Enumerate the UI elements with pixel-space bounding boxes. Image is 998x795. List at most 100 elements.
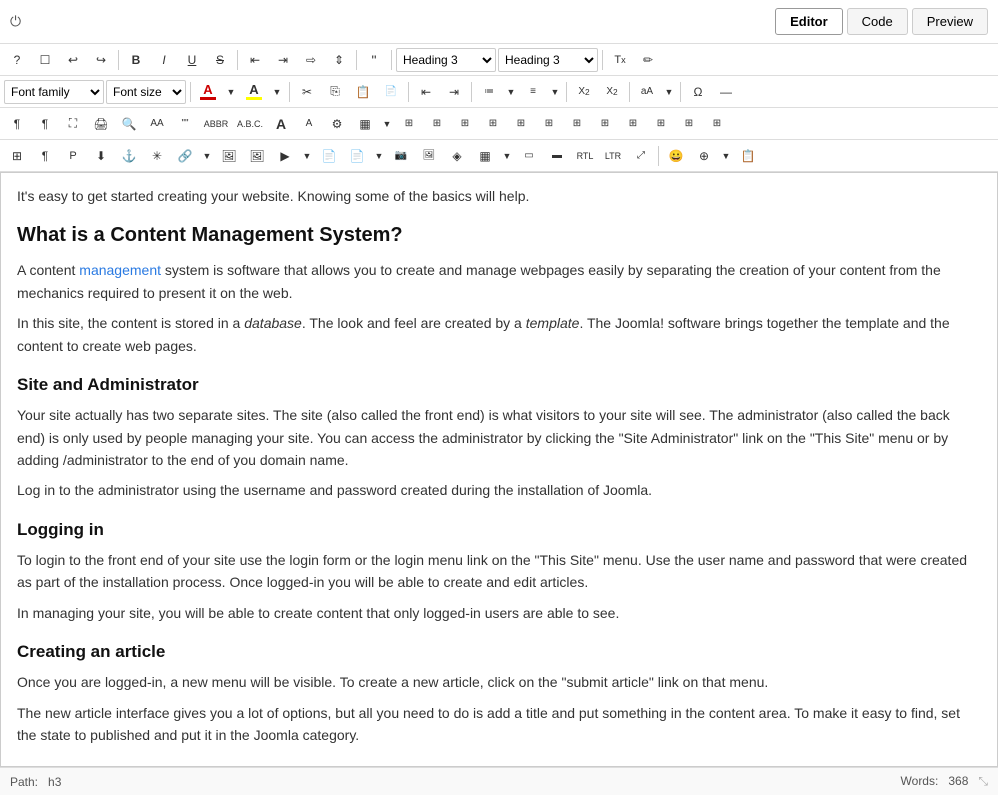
table2-button[interactable]: ▦ <box>472 144 498 168</box>
table-col4[interactable]: ⊞ <box>480 112 506 136</box>
layout-col1[interactable]: ▭ <box>516 144 542 168</box>
list-unordered-dropdown[interactable]: ▼ <box>548 80 562 104</box>
ltr-button[interactable]: LTR <box>600 144 626 168</box>
preview-tab[interactable]: Preview <box>912 8 988 35</box>
shapes-button[interactable]: ◈ <box>444 144 470 168</box>
component-dropdown[interactable]: ▼ <box>719 144 733 168</box>
table-col6[interactable]: ⊞ <box>536 112 562 136</box>
para-format-button[interactable]: ¶ <box>32 144 58 168</box>
paste-text-button[interactable]: 📄 <box>378 80 404 104</box>
block-grid-button[interactable]: ⊞ <box>4 144 30 168</box>
horizontal-rule-button[interactable]: — <box>713 80 739 104</box>
blockquote-button[interactable]: " <box>361 48 387 72</box>
search-button[interactable]: 🔍 <box>116 112 142 136</box>
source-edit-button[interactable]: ✏ <box>635 48 661 72</box>
img-placeholder2[interactable]: 🖼 <box>416 144 442 168</box>
img-placeholder[interactable]: 📷 <box>388 144 414 168</box>
special2-button[interactable]: ✳ <box>144 144 170 168</box>
text-small-button[interactable]: A <box>296 112 322 136</box>
para-right-button[interactable]: ¶ <box>32 112 58 136</box>
indent-button[interactable]: ⇥ <box>441 80 467 104</box>
table-col10[interactable]: ⊞ <box>648 112 674 136</box>
copy-button[interactable]: ⎘ <box>322 80 348 104</box>
align-justify-button[interactable]: ⇕ <box>326 48 352 72</box>
table-col11[interactable]: ⊞ <box>676 112 702 136</box>
table2-dropdown[interactable]: ▼ <box>500 144 514 168</box>
code-tab[interactable]: Code <box>847 8 908 35</box>
font-size-small-button[interactable]: aA <box>634 80 660 104</box>
clear-formatting-button[interactable]: Tx <box>607 48 633 72</box>
align-left-button[interactable]: ⇤ <box>242 48 268 72</box>
layout-col2[interactable]: ▬ <box>544 144 570 168</box>
table-col12[interactable]: ⊞ <box>704 112 730 136</box>
text-large-button[interactable]: A <box>268 112 294 136</box>
clipboard2-button[interactable]: 📋 <box>735 144 761 168</box>
link-dropdown[interactable]: ▼ <box>200 144 214 168</box>
strikethrough-button[interactable]: S <box>207 48 233 72</box>
list-unordered-button[interactable]: ≡ <box>520 80 546 104</box>
fullscreen-button[interactable]: ⛶ <box>60 112 86 136</box>
bold-button[interactable]: B <box>123 48 149 72</box>
editor-content[interactable]: It's easy to get started creating your w… <box>1 173 997 766</box>
align-right-button[interactable]: ⇨ <box>298 48 324 72</box>
font-aa-button[interactable]: AA <box>144 112 170 136</box>
editor-tab[interactable]: Editor <box>775 8 843 35</box>
table-col2[interactable]: ⊞ <box>424 112 450 136</box>
italic-button[interactable]: I <box>151 48 177 72</box>
subscript-button[interactable]: X2 <box>571 80 597 104</box>
highlight-color-dropdown[interactable]: ▼ <box>269 80 285 104</box>
emoji-button[interactable]: 😀 <box>663 144 689 168</box>
undo-button[interactable]: ↩ <box>60 48 86 72</box>
align-center-button[interactable]: ⇥ <box>270 48 296 72</box>
heading-select-1[interactable]: Heading 3 Heading 1 Heading 2 Paragraph <box>396 48 496 72</box>
file-button[interactable]: 📄 <box>316 144 342 168</box>
superscript-button[interactable]: X2 <box>599 80 625 104</box>
para-button[interactable]: ¶ <box>4 112 30 136</box>
link-button[interactable]: 🔗 <box>172 144 198 168</box>
print-button[interactable]: 🖨 <box>88 112 114 136</box>
font-size-dropdown[interactable]: ▼ <box>662 80 676 104</box>
redo-button[interactable]: ↪ <box>88 48 114 72</box>
media-dropdown[interactable]: ▼ <box>300 144 314 168</box>
settings-button[interactable]: ⚙ <box>324 112 350 136</box>
anchor-button[interactable]: ⚓ <box>116 144 142 168</box>
quote-button[interactable]: "" <box>172 112 198 136</box>
help-button[interactable]: ? <box>4 48 30 72</box>
font-family-select[interactable]: Font family <box>4 80 104 104</box>
list-dropdown[interactable]: ▼ <box>504 80 518 104</box>
font-color-dropdown[interactable]: ▼ <box>223 80 239 104</box>
table-col9[interactable]: ⊞ <box>620 112 646 136</box>
heading-select-2[interactable]: Heading 3 Heading 1 Heading 2 Paragraph <box>498 48 598 72</box>
media-button[interactable]: ▶ <box>272 144 298 168</box>
table-dropdown[interactable]: ▼ <box>380 112 394 136</box>
image-button[interactable]: 🖼 <box>216 144 242 168</box>
table-col7[interactable]: ⊞ <box>564 112 590 136</box>
highlight-color-button[interactable]: A <box>241 80 267 104</box>
table-button[interactable]: ▦ <box>352 112 378 136</box>
font-color-button[interactable]: A <box>195 80 221 104</box>
underline-button[interactable]: U <box>179 48 205 72</box>
cut-button[interactable]: ✂ <box>294 80 320 104</box>
download-button[interactable]: ⬇ <box>88 144 114 168</box>
paste-button[interactable]: 📋 <box>350 80 376 104</box>
resize-handle[interactable]: ⤡ <box>978 774 988 788</box>
abbr-button[interactable]: ABBR <box>200 112 232 136</box>
table-col1[interactable]: ⊞ <box>396 112 422 136</box>
widget-dropdown[interactable]: ▼ <box>372 144 386 168</box>
outdent-button[interactable]: ⇤ <box>413 80 439 104</box>
image2-button[interactable]: 🖼 <box>244 144 270 168</box>
table-col3[interactable]: ⊞ <box>452 112 478 136</box>
list-ordered-button[interactable]: ≔ <box>476 80 502 104</box>
font-size-select[interactable]: Font size <box>106 80 186 104</box>
resize-button[interactable]: ⤢ <box>628 144 654 168</box>
new-document-button[interactable]: ☐ <box>32 48 58 72</box>
table-col5[interactable]: ⊞ <box>508 112 534 136</box>
component-button[interactable]: ⊕ <box>691 144 717 168</box>
power-icon[interactable]: ⏻ <box>10 13 21 30</box>
rtl-button[interactable]: RTL <box>572 144 598 168</box>
abc-button[interactable]: A.B.C. <box>234 112 266 136</box>
p-format-button[interactable]: P <box>60 144 86 168</box>
table-col8[interactable]: ⊞ <box>592 112 618 136</box>
management-link[interactable]: management <box>79 262 161 278</box>
special-chars-button[interactable]: Ω <box>685 80 711 104</box>
